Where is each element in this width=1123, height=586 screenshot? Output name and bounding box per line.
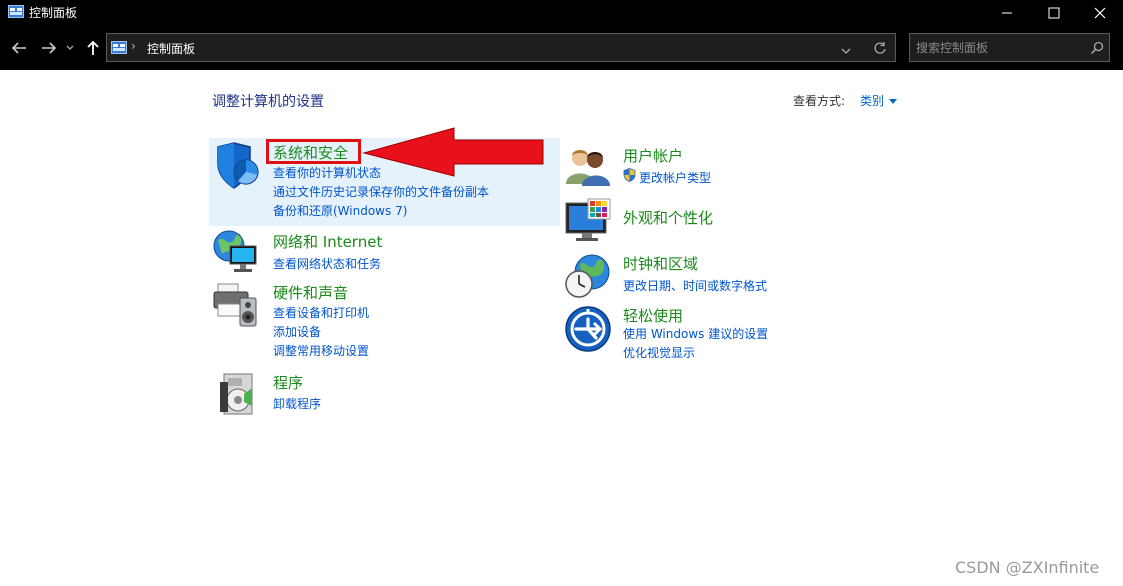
forward-button[interactable] — [38, 37, 60, 59]
search-box[interactable] — [909, 33, 1110, 62]
chevron-down-icon — [66, 45, 74, 50]
category-link[interactable]: 通过文件历史记录保存你的文件备份副本 — [273, 183, 489, 200]
arrow-right-icon — [42, 42, 57, 54]
category-link[interactable]: 卸载程序 — [273, 395, 321, 412]
monitor-palette-icon — [565, 198, 611, 241]
control-panel-icon — [111, 41, 127, 54]
view-by-dropdown[interactable]: 类别 — [860, 92, 898, 109]
window-title: 控制面板 — [29, 6, 78, 20]
recent-locations-button[interactable] — [62, 37, 78, 59]
clock-globe-icon — [565, 254, 610, 298]
category-link[interactable]: 备份和还原(Windows 7) — [273, 202, 407, 219]
category-link[interactable]: 调整常用移动设置 — [273, 342, 369, 359]
programs-disc-icon — [220, 373, 253, 415]
arrow-left-icon — [11, 42, 26, 54]
category-link[interactable]: 优化视觉显示 — [623, 344, 695, 361]
annotation-arrow-icon — [362, 127, 544, 177]
title-bar: 控制面板 — [0, 0, 1123, 25]
maximize-icon — [1048, 7, 1060, 18]
refresh-icon — [874, 42, 886, 54]
shield-icon — [217, 142, 259, 189]
search-input[interactable] — [916, 38, 1086, 58]
view-by-value: 类别 — [860, 94, 885, 108]
category-title[interactable]: 硬件和声音 — [273, 282, 348, 303]
breadcrumb[interactable]: 控制面板 — [147, 40, 195, 57]
users-icon — [566, 150, 610, 186]
page-title: 调整计算机的设置 — [212, 94, 324, 110]
network-globe-icon — [213, 230, 257, 272]
category-link[interactable]: 查看设备和打印机 — [273, 304, 369, 321]
category-title[interactable]: 轻松使用 — [623, 305, 683, 326]
category-title[interactable]: 用户帐户 — [623, 145, 683, 166]
arrow-up-icon — [87, 40, 99, 55]
up-button[interactable] — [82, 37, 104, 59]
category-link[interactable]: 更改帐户类型 — [639, 169, 711, 186]
printer-speaker-icon — [213, 283, 257, 327]
uac-shield-icon — [623, 168, 636, 182]
search-icon[interactable] — [1090, 40, 1104, 59]
back-button[interactable] — [8, 37, 30, 59]
close-icon — [1094, 7, 1106, 18]
refresh-button[interactable] — [873, 40, 887, 59]
annotation-highlight-box — [266, 139, 361, 164]
category-title[interactable]: 程序 — [273, 372, 303, 393]
caret-down-icon — [889, 99, 898, 104]
ease-of-access-icon — [565, 306, 611, 352]
control-panel-icon — [8, 5, 24, 18]
maximize-button[interactable] — [1031, 0, 1077, 25]
watermark: CSDN @ZXInfinite — [955, 558, 1100, 577]
category-link[interactable]: 使用 Windows 建议的设置 — [623, 325, 768, 342]
view-by-label: 查看方式: — [793, 94, 846, 108]
minimize-icon — [1002, 12, 1012, 13]
breadcrumb-separator-icon: › — [131, 39, 136, 53]
close-button[interactable] — [1077, 0, 1123, 25]
category-title[interactable]: 网络和 Internet — [273, 231, 382, 252]
minimize-button[interactable] — [984, 0, 1030, 25]
category-link[interactable]: 更改日期、时间或数字格式 — [623, 277, 767, 294]
category-link[interactable]: 添加设备 — [273, 323, 321, 340]
chevron-down-icon — [841, 48, 851, 54]
category-title[interactable]: 时钟和区域 — [623, 253, 698, 274]
address-dropdown-button[interactable] — [840, 41, 852, 60]
category-link[interactable]: 查看网络状态和任务 — [273, 255, 381, 272]
address-bar[interactable]: › 控制面板 — [106, 33, 896, 62]
category-title[interactable]: 外观和个性化 — [623, 207, 713, 228]
